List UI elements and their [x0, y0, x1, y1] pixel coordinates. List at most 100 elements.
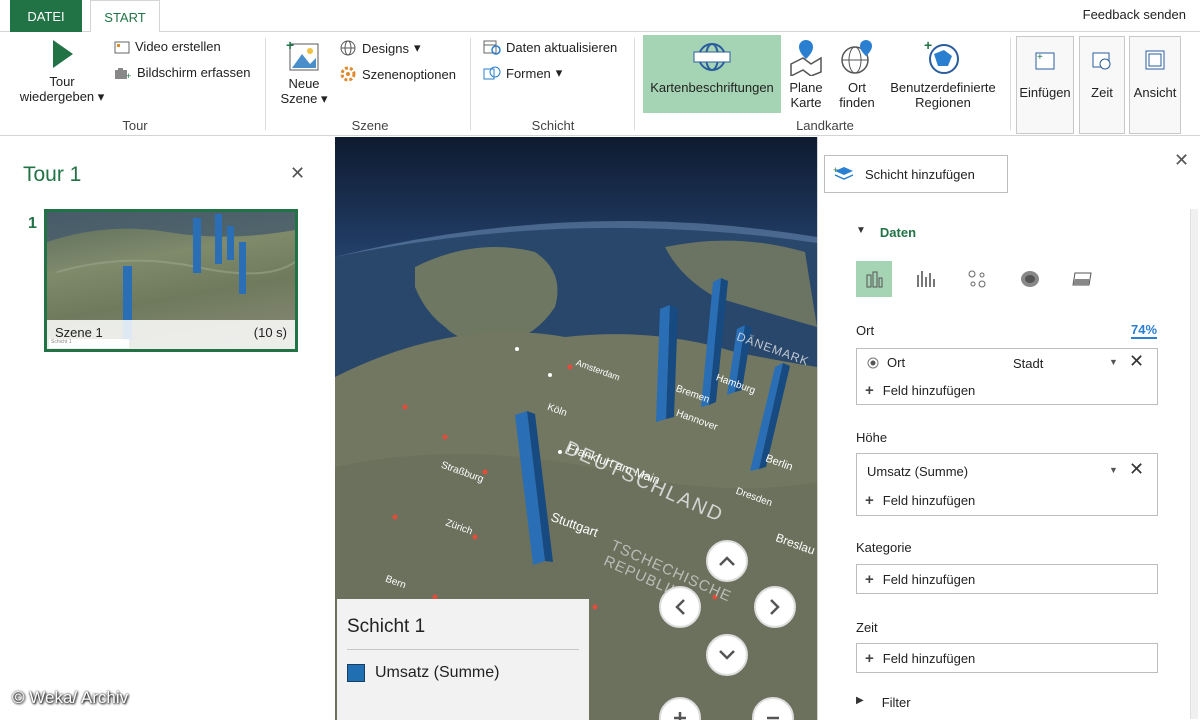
find-location-button[interactable]: Ort finden — [834, 38, 880, 110]
chart-type-bubble[interactable] — [960, 261, 996, 297]
shapes-button[interactable]: Formen ▾ — [483, 65, 562, 81]
new-scene-button[interactable]: + Neue Szene ▾ — [276, 38, 332, 106]
add-layer-label: Schicht hinzufügen — [865, 166, 975, 182]
chevron-down-icon[interactable]: ▼ — [1109, 465, 1118, 475]
pan-up-button[interactable] — [706, 540, 748, 582]
capture-screen-label: Bildschirm erfassen — [137, 65, 251, 80]
chart-type-heatmap[interactable] — [1012, 261, 1048, 297]
layers-icon: + — [833, 165, 854, 180]
kategorie-field-box: + Feld hinzufügen — [856, 564, 1158, 594]
bubble-icon — [968, 270, 986, 288]
chevron-up-icon — [719, 556, 735, 566]
chart-type-clustered-column[interactable] — [908, 261, 944, 297]
layer-panel: ✕ + Schicht hinzufügen ▼ Daten Ort 74% O… — [817, 137, 1200, 720]
new-scene-label-2: Szene ▾ — [280, 91, 328, 106]
plus-icon: + — [865, 492, 874, 509]
pan-left-button[interactable] — [659, 586, 701, 628]
chevron-down-icon[interactable]: ▼ — [1109, 357, 1118, 367]
chart-type-region[interactable] — [1064, 261, 1100, 297]
play-tour-button[interactable]: Tour wiedergeben ▾ — [12, 38, 112, 104]
gear-icon — [340, 66, 356, 82]
insert-label: Einfügen — [1019, 85, 1071, 100]
remove-field-icon[interactable]: ✕ — [1129, 351, 1144, 372]
group-separator — [634, 38, 635, 130]
app-window: DATEI START Feedback senden Tour wiederg… — [0, 0, 1200, 720]
kategorie-add-field[interactable]: + Feld hinzufügen — [865, 571, 975, 588]
tab-file[interactable]: DATEI — [10, 0, 82, 32]
play-tour-label-1: Tour — [49, 74, 75, 89]
designs-label: Designs — [362, 40, 409, 56]
add-layer-button[interactable]: + Schicht hinzufügen — [824, 155, 1008, 193]
flat-map-label-2: Karte — [790, 95, 822, 110]
camera-icon: + — [115, 67, 131, 80]
hoehe-field-name[interactable]: Umsatz (Summe) — [867, 464, 968, 479]
chart-type-stacked-column[interactable] — [856, 261, 892, 297]
hoehe-add-field[interactable]: + Feld hinzufügen — [865, 492, 975, 509]
globe-icon — [340, 40, 356, 56]
scene-duration: (10 s) — [253, 325, 287, 340]
custom-regions-label-1: Benutzerdefinierte — [890, 80, 996, 95]
close-icon[interactable]: ✕ — [290, 163, 305, 184]
zeit-field-box: + Feld hinzufügen — [856, 643, 1158, 673]
ort-add-field[interactable]: + Feld hinzufügen — [865, 382, 975, 399]
capture-screen-button[interactable]: + Bildschirm erfassen — [114, 65, 250, 80]
insert-button[interactable]: + Einfügen — [1016, 36, 1074, 134]
custom-regions-label-2: Regionen — [915, 95, 971, 110]
ort-field-row[interactable]: Ort — [867, 355, 905, 370]
refresh-data-button[interactable]: Daten aktualisieren — [483, 39, 617, 55]
scene-thumbnail[interactable]: Szene 1 (10 s) Schicht 1 — [44, 209, 298, 352]
feedback-link[interactable]: Feedback senden — [1083, 7, 1186, 22]
ribbon: Tour wiedergeben ▾ Video erstellen + Bil… — [0, 32, 1200, 136]
region-icon — [1072, 272, 1092, 286]
clustered-column-icon — [917, 271, 935, 287]
close-icon[interactable]: ✕ — [1174, 150, 1189, 171]
new-scene-label-1: Neue — [288, 76, 320, 91]
chevron-right-icon — [770, 599, 780, 615]
zeit-label: Zeit — [856, 620, 878, 635]
pan-right-button[interactable] — [754, 586, 796, 628]
legend-divider — [347, 649, 579, 650]
column-bar — [701, 278, 728, 407]
group-label-landkarte: Landkarte — [796, 118, 854, 133]
plus-icon: + — [865, 571, 874, 588]
remove-field-icon[interactable]: ✕ — [1129, 459, 1144, 480]
kategorie-label: Kategorie — [856, 540, 912, 555]
ort-label: Ort — [856, 323, 875, 338]
svg-text:+: + — [1037, 52, 1043, 63]
section-filter[interactable]: ▶ Filter — [856, 695, 911, 710]
svg-text:+: + — [924, 38, 932, 53]
map-legend[interactable]: Schicht 1 Umsatz (Summe) — [337, 599, 589, 720]
time-button[interactable]: Zeit — [1079, 36, 1125, 134]
video-icon — [114, 41, 130, 53]
plus-icon — [674, 712, 686, 720]
custom-regions-button[interactable]: + Benutzerdefinierte Regionen — [884, 38, 1002, 110]
view-icon — [1145, 50, 1165, 70]
create-video-button[interactable]: Video erstellen — [114, 39, 221, 54]
shapes-label: Formen — [506, 65, 551, 81]
view-button[interactable]: Ansicht — [1129, 36, 1181, 134]
map-view[interactable]: DEUTSCHLAND Köln Frankfurt am Main Hanno… — [335, 137, 817, 720]
tab-start[interactable]: START — [90, 0, 160, 33]
map-labels-icon — [693, 43, 731, 71]
map-labels-button[interactable]: Kartenbeschriftungen — [643, 38, 781, 95]
new-scene-icon: + — [286, 38, 319, 71]
tour-title: Tour 1 — [23, 163, 82, 186]
flat-map-button[interactable]: Plane Karte — [784, 38, 828, 110]
time-label: Zeit — [1091, 85, 1113, 100]
column-bar — [656, 305, 678, 422]
section-daten[interactable]: ▼ Daten — [856, 225, 916, 240]
group-separator — [265, 38, 266, 130]
plus-icon: + — [865, 382, 874, 399]
flat-map-label-1: Plane — [789, 80, 823, 95]
ort-confidence[interactable]: 74% — [1131, 322, 1158, 339]
legend-swatch — [347, 664, 365, 682]
ort-type-select[interactable]: Stadt — [1013, 356, 1043, 371]
panel-scrollbar[interactable] — [1190, 209, 1198, 719]
plus-icon: + — [865, 650, 874, 667]
zeit-add-field[interactable]: + Feld hinzufügen — [865, 650, 975, 667]
add-field-label: Feld hinzufügen — [882, 572, 976, 587]
scene-options-button[interactable]: Szenenoptionen — [339, 65, 456, 83]
scene-sub: Schicht 1 — [49, 339, 129, 348]
designs-button[interactable]: Designs ▾ — [339, 39, 421, 57]
pan-down-button[interactable] — [706, 634, 748, 676]
